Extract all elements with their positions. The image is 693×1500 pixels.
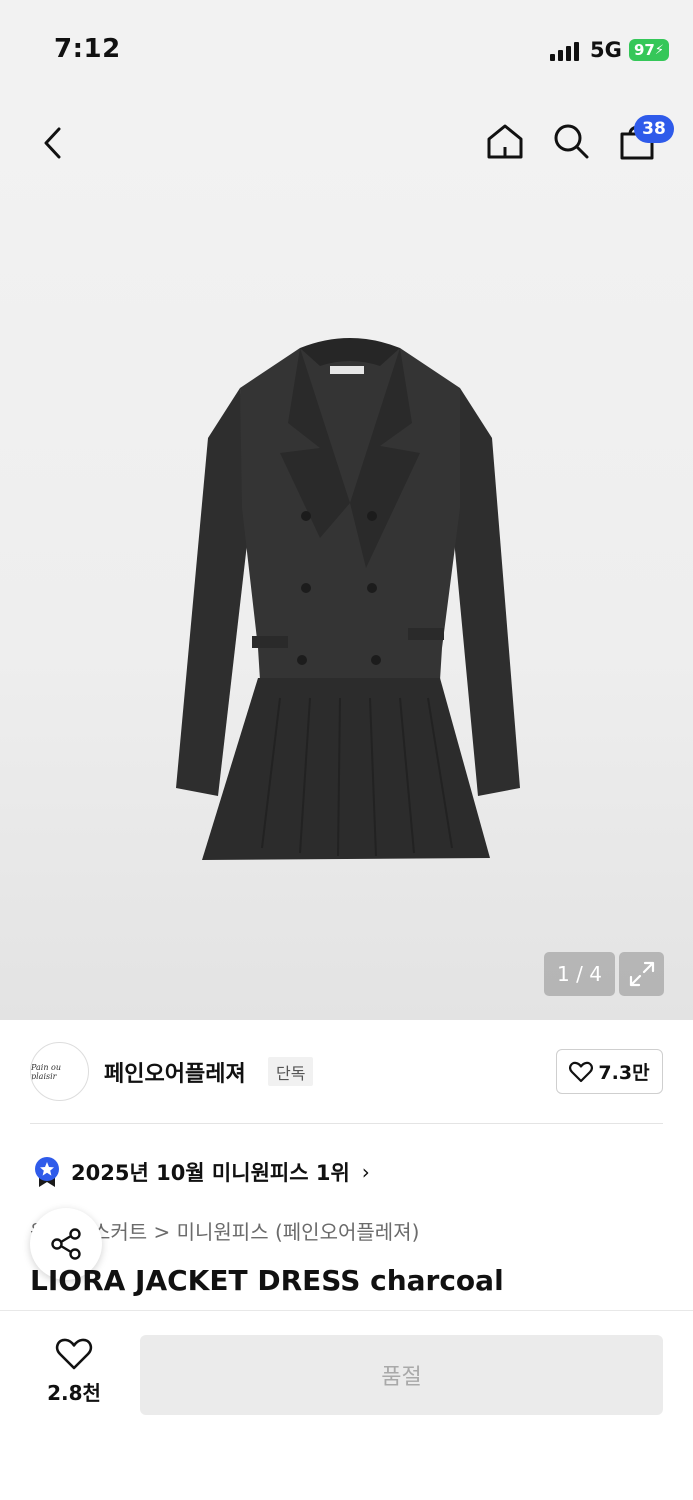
battery-icon: 97 ⚡ xyxy=(629,39,669,61)
exclusive-badge: 단독 xyxy=(268,1057,314,1086)
divider xyxy=(30,1123,663,1124)
brand-logo[interactable]: Pain ou plaisir xyxy=(30,1042,89,1101)
brand-like-count: 7.3만 xyxy=(598,1062,650,1084)
brand-like-button[interactable]: 7.3만 xyxy=(556,1049,663,1094)
brand-logo-text: Pain ou plaisir xyxy=(31,1062,62,1081)
status-time: 7:12 xyxy=(54,34,121,64)
image-pager: 1 / 4 xyxy=(544,952,615,996)
heart-icon xyxy=(569,1061,594,1082)
ranking-link[interactable]: 2025년 10월 미니원피스 1위 › xyxy=(33,1156,370,1188)
back-button[interactable] xyxy=(26,116,80,170)
wishlist-count: 2.8천 xyxy=(47,1381,101,1405)
expand-button[interactable] xyxy=(619,952,664,996)
ranking-medal-icon xyxy=(35,1157,59,1187)
wishlist-button[interactable]: 2.8천 xyxy=(30,1337,118,1406)
signal-icon xyxy=(550,41,579,61)
cart-count-badge: 38 xyxy=(634,115,674,143)
battery-level: 97 xyxy=(633,41,655,59)
brand-name[interactable]: 페인오어플레져 xyxy=(104,1056,246,1088)
bottom-action-bar: 2.8천 품절 xyxy=(0,1310,693,1500)
share-icon xyxy=(51,1228,81,1260)
heart-icon xyxy=(55,1338,93,1370)
product-image[interactable] xyxy=(170,328,530,868)
ranking-text: 2025년 10월 미니원피스 1위 xyxy=(71,1161,350,1185)
search-icon xyxy=(554,124,589,159)
network-type: 5G xyxy=(590,38,622,62)
product-gallery[interactable]: 38 1 / 4 xyxy=(0,100,693,1020)
search-button[interactable] xyxy=(544,114,598,168)
expand-icon xyxy=(629,961,654,987)
chevron-left-icon xyxy=(44,127,61,159)
status-bar: 7:12 5G 97 ⚡ xyxy=(0,0,693,100)
chevron-right-icon: › xyxy=(361,1160,370,1184)
soldout-button[interactable]: 품절 xyxy=(140,1335,663,1415)
home-button[interactable] xyxy=(478,114,532,168)
product-title: LIORA JACKET DRESS charcoal xyxy=(30,1264,504,1297)
home-icon xyxy=(487,124,523,159)
